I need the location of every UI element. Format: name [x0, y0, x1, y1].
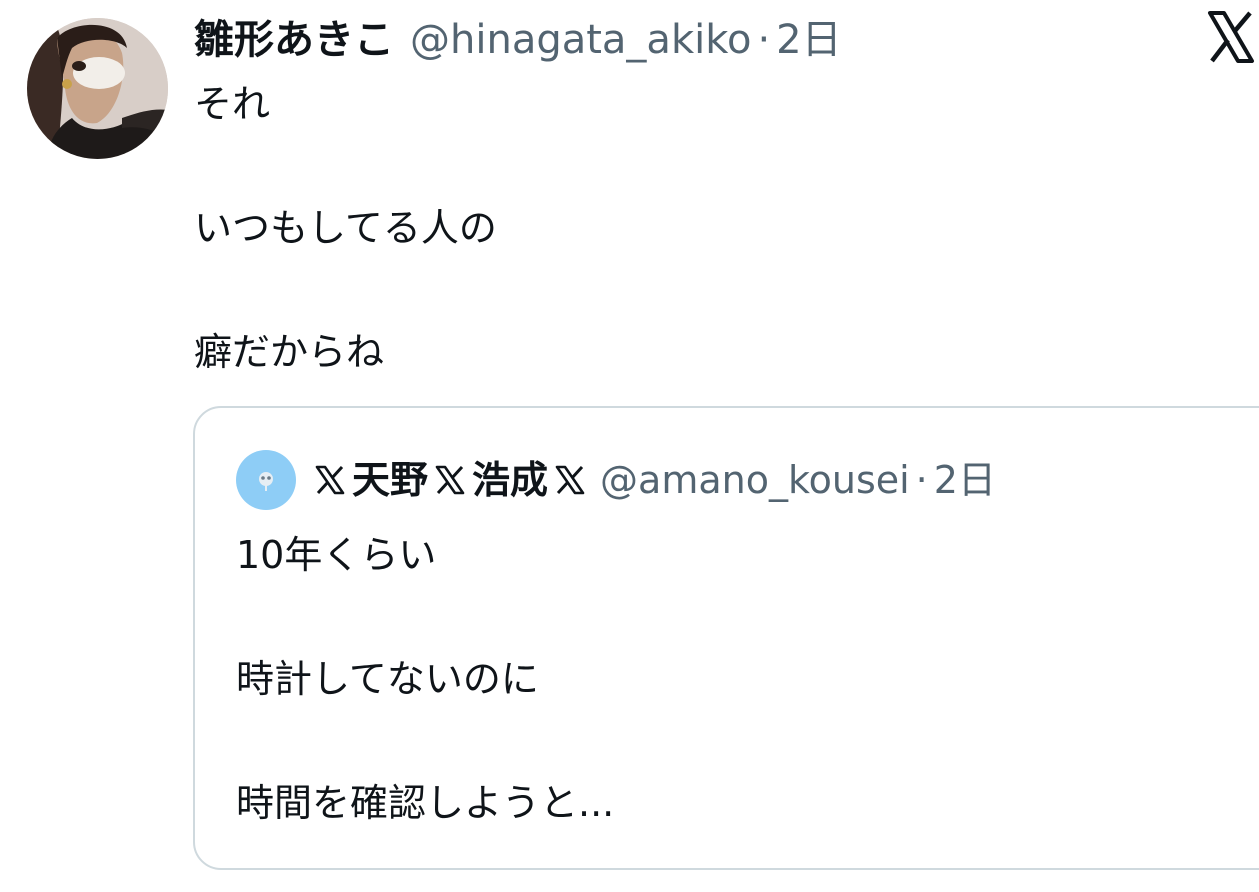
- x-logo-icon: [555, 465, 585, 495]
- quoted-author-handle[interactable]: @amano_kousei: [600, 452, 910, 508]
- x-logo-icon: [315, 465, 345, 495]
- tweet-text-line: それ: [194, 82, 271, 126]
- tweet-header: 雛形あきこ @hinagata_akiko · 2日: [194, 14, 842, 66]
- tweet-timestamp[interactable]: 2日: [776, 14, 841, 66]
- quoted-author-name-part[interactable]: 天野: [352, 452, 428, 508]
- x-logo-icon: [435, 465, 465, 495]
- tweet-text-line: 癖だからね: [194, 330, 385, 374]
- quoted-text-line: 時計してないのに: [236, 657, 539, 701]
- default-avatar-icon: [259, 472, 273, 491]
- quoted-text-line: 10年くらい: [236, 533, 437, 577]
- author-display-name[interactable]: 雛形あきこ: [194, 14, 394, 66]
- quoted-tweet-header: 天野 浩成 @amano_kousei · 2日: [236, 450, 996, 510]
- quoted-text-line: 時間を確認しようと...: [236, 781, 615, 825]
- author-avatar-illustration: [27, 18, 168, 159]
- tweet[interactable]: 雛形あきこ @hinagata_akiko · 2日 それ いつもしてる人の 癖…: [0, 0, 1259, 892]
- header-separator: ·: [757, 17, 771, 63]
- quoted-author-avatar[interactable]: [236, 450, 296, 510]
- x-logo-icon[interactable]: [1206, 10, 1256, 64]
- author-handle[interactable]: @hinagata_akiko: [410, 14, 751, 66]
- quoted-header-separator: ·: [915, 458, 928, 502]
- author-avatar[interactable]: [27, 18, 168, 159]
- quoted-author-name-part[interactable]: 浩成: [472, 452, 548, 508]
- tweet-text-line: いつもしてる人の: [194, 206, 497, 250]
- quoted-tweet-timestamp[interactable]: 2日: [934, 452, 996, 508]
